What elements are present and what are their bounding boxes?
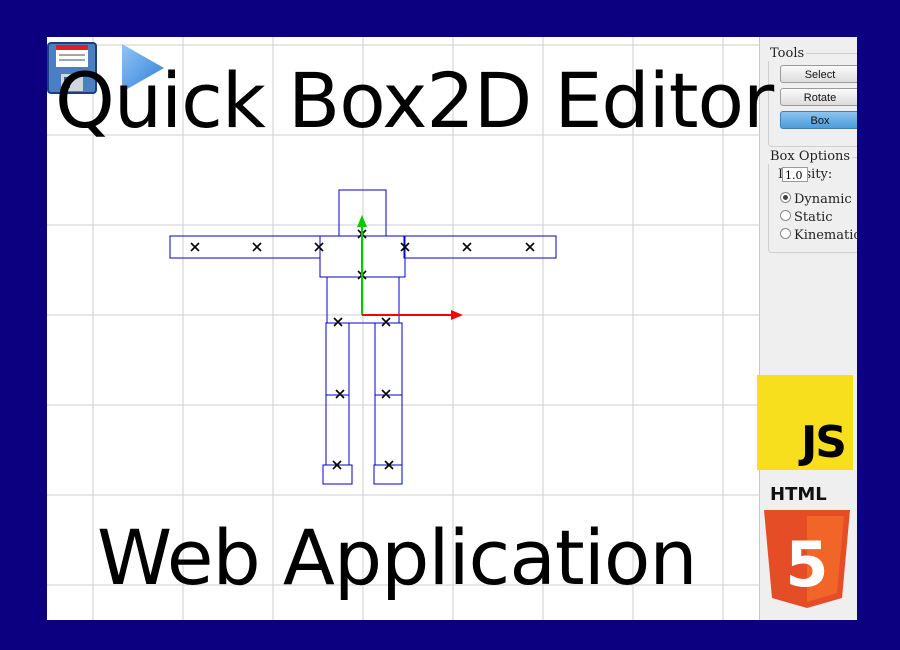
joint-marker[interactable] [190,242,200,252]
radio-dot [780,210,791,221]
headline-subtitle: Web Application [97,513,697,602]
joint-marker[interactable] [525,242,535,252]
joint-marker[interactable] [381,317,391,327]
left-thigh-box[interactable] [325,322,350,396]
html5-digit: 5 [785,528,828,601]
box-tool-button[interactable]: Box [780,111,857,129]
joint-marker[interactable] [333,317,343,327]
density-input[interactable]: 1.0 [782,167,808,182]
arm-left-box[interactable] [169,235,321,259]
dynamic-radio[interactable]: Dynamic [780,192,852,207]
html5-shield-icon: 5 [764,510,850,608]
kinematic-radio[interactable]: Kinematic [780,228,857,243]
js-logo-text: JS [800,417,847,468]
tools-legend: Tools [768,46,807,61]
headline-title: Quick Box2D Editor [55,56,774,145]
kinematic-label: Kinematic [794,228,857,243]
box-options-legend: Box Options [768,149,853,164]
x-axis-arrowhead [451,310,463,320]
left-foot-box[interactable] [322,464,353,485]
joint-marker[interactable] [462,242,472,252]
joint-marker[interactable] [335,389,345,399]
html-logo-label: HTML [770,484,827,505]
dynamic-label: Dynamic [794,192,852,207]
radio-dot [780,192,791,203]
joint-marker[interactable] [314,242,324,252]
right-thigh-box[interactable] [374,322,403,396]
select-tool-button[interactable]: Select [780,65,857,83]
right-foot-box[interactable] [373,464,403,485]
joint-marker[interactable] [252,242,262,252]
y-axis-arrowhead [357,215,367,227]
joint-marker[interactable] [381,389,391,399]
rotate-tool-button[interactable]: Rotate [780,88,857,106]
static-label: Static [794,210,833,225]
arm-right-box[interactable] [403,235,557,259]
javascript-logo: JS [757,375,853,470]
radio-dot [780,228,791,239]
static-radio[interactable]: Static [780,210,833,225]
